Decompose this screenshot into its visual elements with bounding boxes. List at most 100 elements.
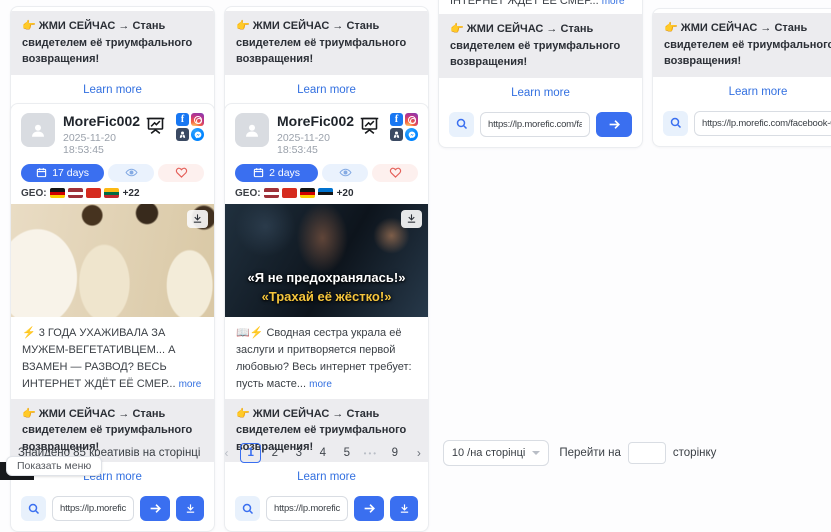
- more-link[interactable]: more: [602, 0, 625, 7]
- page-button-1[interactable]: 1: [240, 443, 260, 463]
- geo-flags: [50, 188, 119, 198]
- instagram-icon: [405, 113, 418, 126]
- cta-banner: 👉 ЖМИ СЕЙЧАС → Стань свидетелем её триум…: [11, 11, 214, 75]
- format-icons: f: [358, 113, 418, 141]
- url-row: [225, 490, 428, 531]
- avatar: [235, 113, 269, 147]
- page-button-9[interactable]: 9: [385, 443, 405, 463]
- geo-row: GEO: +22: [11, 182, 214, 204]
- messenger-icon: [405, 128, 418, 141]
- country-flag-red-flag: [86, 188, 101, 198]
- search-icon[interactable]: [21, 496, 46, 521]
- page-button-4[interactable]: 4: [313, 443, 333, 463]
- show-menu-button[interactable]: Показать меню: [6, 456, 102, 476]
- country-flag-lithuania: [104, 188, 119, 198]
- download-creative-button[interactable]: [176, 496, 204, 521]
- cta-banner: 👉 ЖМИ СЕЙЧАС → Стань свидетелем её триум…: [653, 13, 831, 77]
- goto-label: Перейти на: [559, 447, 621, 459]
- creative-actions: 2 days: [225, 162, 428, 182]
- more-link[interactable]: more: [309, 379, 332, 390]
- per-page-select[interactable]: 10 /на сторінці: [443, 440, 550, 466]
- creative-date: 2025-11-20 18:53:45: [277, 132, 358, 156]
- goto-page-input[interactable]: [628, 442, 666, 464]
- advertiser-header: MoreFic002 2025-11-20 18:53:45 f: [225, 104, 428, 162]
- pages-ellipsis: •••: [361, 443, 381, 463]
- advertiser-name: MoreFic002: [277, 113, 358, 130]
- preview-eye-button[interactable]: [108, 164, 154, 182]
- ad-text: ⚡ 3 ГОДА УХАЖИВАЛА ЗА МУЖЕМ-ВЕГЕТАТИВЦЕМ…: [11, 317, 214, 395]
- facebook-icon: f: [176, 113, 189, 126]
- more-link[interactable]: more: [179, 379, 202, 390]
- country-flag-germany: [50, 188, 65, 198]
- geo-more-count[interactable]: +20: [337, 188, 354, 199]
- creative-card: 👉 ЖМИ СЕЙЧАС → Стань свидетелем её триум…: [652, 8, 831, 147]
- country-flag-estonia: [318, 188, 333, 198]
- geo-label: GEO:: [235, 188, 261, 199]
- placement-icons: f: [176, 113, 204, 141]
- audience-network-icon: [176, 128, 189, 141]
- creative-actions: 17 days: [11, 162, 214, 182]
- landing-url-input[interactable]: [266, 496, 348, 521]
- days-active-button[interactable]: 17 days: [21, 164, 104, 182]
- learn-more-link[interactable]: Learn more: [225, 75, 428, 103]
- audience-network-icon: [390, 128, 403, 141]
- url-row: [653, 105, 831, 146]
- open-url-button[interactable]: [140, 496, 170, 521]
- landing-url-input[interactable]: [52, 496, 134, 521]
- next-page-button[interactable]: ›: [409, 443, 429, 463]
- prev-page-button[interactable]: ‹: [216, 443, 236, 463]
- ad-text: 📖⚡ Сводная сестра украла её заслуги и пр…: [225, 317, 428, 395]
- geo-more-count[interactable]: +22: [123, 188, 140, 199]
- learn-more-link[interactable]: Learn more: [653, 77, 831, 105]
- search-icon[interactable]: [235, 496, 260, 521]
- geo-flags: [264, 188, 333, 198]
- advertiser-name: MoreFic002: [63, 113, 144, 130]
- pagination-bar: Знайдено 85 креативів на сторінці ‹ 1 2 …: [18, 440, 716, 466]
- creative-card: ІНТЕРНЕТ ЖДЁТ ЕЁ СМЕР... more 👉 ЖМИ СЕЙЧ…: [438, 0, 643, 148]
- geo-row: GEO: +20: [225, 182, 428, 204]
- presentation-chart-icon: [358, 115, 381, 136]
- country-flag-germany: [300, 188, 315, 198]
- download-image-button[interactable]: [187, 210, 208, 228]
- favorite-heart-button[interactable]: [372, 164, 418, 182]
- creative-date: 2025-11-20 18:53:45: [63, 132, 144, 156]
- landing-url-input[interactable]: [480, 112, 590, 137]
- page-button-5[interactable]: 5: [337, 443, 357, 463]
- open-url-button[interactable]: [354, 496, 384, 521]
- page-button-2[interactable]: 2: [265, 443, 285, 463]
- country-flag-latvia: [264, 188, 279, 198]
- creative-image[interactable]: [11, 204, 214, 317]
- creative-image[interactable]: «Я не предохранялась!» «Трахай её жёстко…: [225, 204, 428, 317]
- advertiser-info: MoreFic002 2025-11-20 18:53:45: [63, 113, 144, 156]
- days-active-button[interactable]: 2 days: [235, 164, 318, 182]
- open-url-button[interactable]: [596, 112, 632, 137]
- search-icon[interactable]: [449, 112, 474, 137]
- instagram-icon: [191, 113, 204, 126]
- image-overlay-text: «Я не предохранялась!» «Трахай её жёстко…: [225, 269, 428, 307]
- learn-more-link[interactable]: Learn more: [225, 462, 428, 490]
- preview-eye-button[interactable]: [322, 164, 368, 182]
- advertiser-header: MoreFic002 2025-11-20 18:53:45 f: [11, 104, 214, 162]
- country-flag-red-flag: [282, 188, 297, 198]
- country-flag-latvia: [68, 188, 83, 198]
- avatar: [21, 113, 55, 147]
- messenger-icon: [191, 128, 204, 141]
- goto-suffix: сторінку: [673, 447, 717, 459]
- geo-label: GEO:: [21, 188, 47, 199]
- page-button-3[interactable]: 3: [289, 443, 309, 463]
- url-row: [11, 490, 214, 531]
- ad-text-cut: ІНТЕРНЕТ ЖДЁТ ЕЁ СМЕР... more: [439, 0, 642, 10]
- learn-more-link[interactable]: Learn more: [11, 75, 214, 103]
- landing-url-input[interactable]: [694, 111, 831, 136]
- search-icon[interactable]: [663, 111, 688, 136]
- download-creative-button[interactable]: [390, 496, 418, 521]
- cta-banner: 👉 ЖМИ СЕЙЧАС → Стань свидетелем её триум…: [439, 14, 642, 78]
- cta-banner: 👉 ЖМИ СЕЙЧАС → Стань свидетелем её триум…: [225, 11, 428, 75]
- url-row: [439, 106, 642, 147]
- download-image-button[interactable]: [401, 210, 422, 228]
- format-icons: f: [144, 113, 204, 141]
- learn-more-link[interactable]: Learn more: [439, 78, 642, 106]
- facebook-icon: f: [390, 113, 403, 126]
- advertiser-info: MoreFic002 2025-11-20 18:53:45: [277, 113, 358, 156]
- favorite-heart-button[interactable]: [158, 164, 204, 182]
